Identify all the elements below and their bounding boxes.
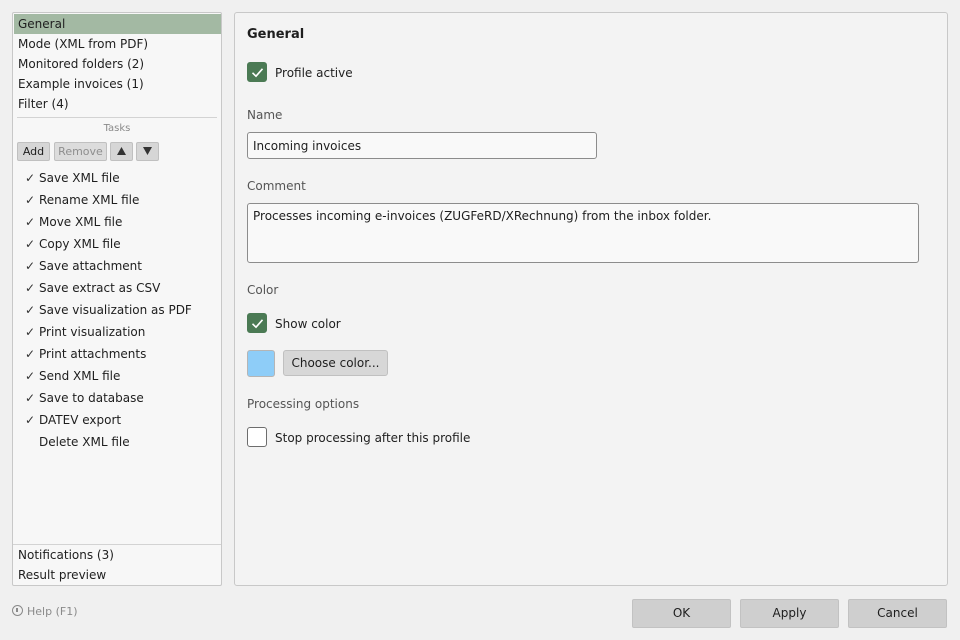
checkmark-icon: ✓ <box>25 391 36 405</box>
checkmark-icon: ✓ <box>25 303 36 317</box>
profile-active-checkbox[interactable] <box>247 62 267 82</box>
checkmark-icon: ✓ <box>25 413 36 427</box>
task-item[interactable]: ✓ Save attachment <box>14 255 221 277</box>
color-swatch[interactable] <box>247 350 275 377</box>
task-item[interactable]: ✓ Save extract as CSV <box>14 277 221 299</box>
task-label: Delete XML file <box>39 435 130 449</box>
color-section-label: Color <box>247 283 279 297</box>
task-label: Print attachments <box>39 347 147 361</box>
add-task-button[interactable]: Add <box>17 142 50 161</box>
task-label: Save extract as CSV <box>39 281 161 295</box>
checkmark-icon: ✓ <box>25 171 36 185</box>
name-field[interactable] <box>247 132 597 159</box>
processing-options-label: Processing options <box>247 397 360 411</box>
task-item[interactable]: ✓ Copy XML file <box>14 233 221 255</box>
task-label: Save to database <box>39 391 144 405</box>
choose-color-button[interactable]: Choose color... <box>283 350 388 376</box>
task-label: Copy XML file <box>39 237 121 251</box>
nav-item-mode[interactable]: Mode (XML from PDF) <box>14 34 221 54</box>
checkmark-icon: ✓ <box>25 193 36 207</box>
page-title: General <box>247 27 305 42</box>
nav-item-notifications[interactable]: Notifications (3) <box>14 545 221 565</box>
checkmark-icon: ✓ <box>25 369 36 383</box>
show-color-checkbox[interactable] <box>247 313 267 333</box>
nav-item-filter[interactable]: Filter (4) <box>14 94 221 114</box>
triangle-down-icon <box>143 147 152 155</box>
task-item[interactable]: ✓ Rename XML file <box>14 189 221 211</box>
move-task-up-button[interactable] <box>110 142 133 161</box>
ok-button[interactable]: OK <box>632 599 731 628</box>
task-label: Print visualization <box>39 325 146 339</box>
general-settings-panel: General Profile active Name Comment Proc… <box>234 12 948 586</box>
task-label: Save attachment <box>39 259 142 273</box>
task-label: Save XML file <box>39 171 120 185</box>
apply-button[interactable]: Apply <box>740 599 839 628</box>
sidebar-divider <box>17 117 217 118</box>
stop-processing-label[interactable]: Stop processing after this profile <box>275 431 470 445</box>
task-label: Save visualization as PDF <box>39 303 192 317</box>
profile-sidebar: General Mode (XML from PDF) Monitored fo… <box>12 12 222 586</box>
profile-active-label[interactable]: Profile active <box>275 66 353 80</box>
task-item[interactable]: ✓ Print visualization <box>14 321 221 343</box>
show-color-label[interactable]: Show color <box>275 317 341 331</box>
task-item[interactable]: ✓ Send XML file <box>14 365 221 387</box>
remove-task-button[interactable]: Remove <box>54 142 107 161</box>
task-label: Move XML file <box>39 215 123 229</box>
check-icon <box>251 68 264 78</box>
info-icon <box>12 605 23 616</box>
checkmark-icon: ✓ <box>25 347 36 361</box>
task-item[interactable]: ✓ Save to database <box>14 387 221 409</box>
nav-item-general[interactable]: General <box>14 14 221 34</box>
checkmark-icon: ✓ <box>25 215 36 229</box>
nav-item-monitored-folders[interactable]: Monitored folders (2) <box>14 54 221 74</box>
help-link[interactable]: Help (F1) <box>12 605 77 618</box>
comment-label: Comment <box>247 179 306 193</box>
move-task-down-button[interactable] <box>136 142 159 161</box>
task-item[interactable]: ✓ DATEV export <box>14 409 221 431</box>
task-item[interactable]: ✓ Save XML file <box>14 167 221 189</box>
triangle-up-icon <box>117 147 126 155</box>
help-label: Help (F1) <box>27 605 78 618</box>
task-item[interactable]: Delete XML file <box>14 431 221 453</box>
task-label: Rename XML file <box>39 193 140 207</box>
task-label: DATEV export <box>39 413 122 427</box>
stop-processing-checkbox[interactable] <box>247 427 267 447</box>
checkmark-icon: ✓ <box>25 281 36 295</box>
task-item[interactable]: ✓ Move XML file <box>14 211 221 233</box>
tasks-heading: Tasks <box>103 123 131 134</box>
check-icon <box>251 319 264 329</box>
task-item[interactable]: ✓ Print attachments <box>14 343 221 365</box>
nav-item-example-invoices[interactable]: Example invoices (1) <box>14 74 221 94</box>
cancel-button[interactable]: Cancel <box>848 599 947 628</box>
checkmark-icon: ✓ <box>25 259 36 273</box>
task-item[interactable]: ✓ Save visualization as PDF <box>14 299 221 321</box>
checkmark-icon: ✓ <box>25 325 36 339</box>
task-label: Send XML file <box>39 369 121 383</box>
nav-item-result-preview[interactable]: Result preview <box>14 565 221 585</box>
comment-field[interactable]: Processes incoming e-invoices (ZUGFeRD/X… <box>247 203 919 263</box>
name-label: Name <box>247 108 283 122</box>
checkmark-icon: ✓ <box>25 237 36 251</box>
